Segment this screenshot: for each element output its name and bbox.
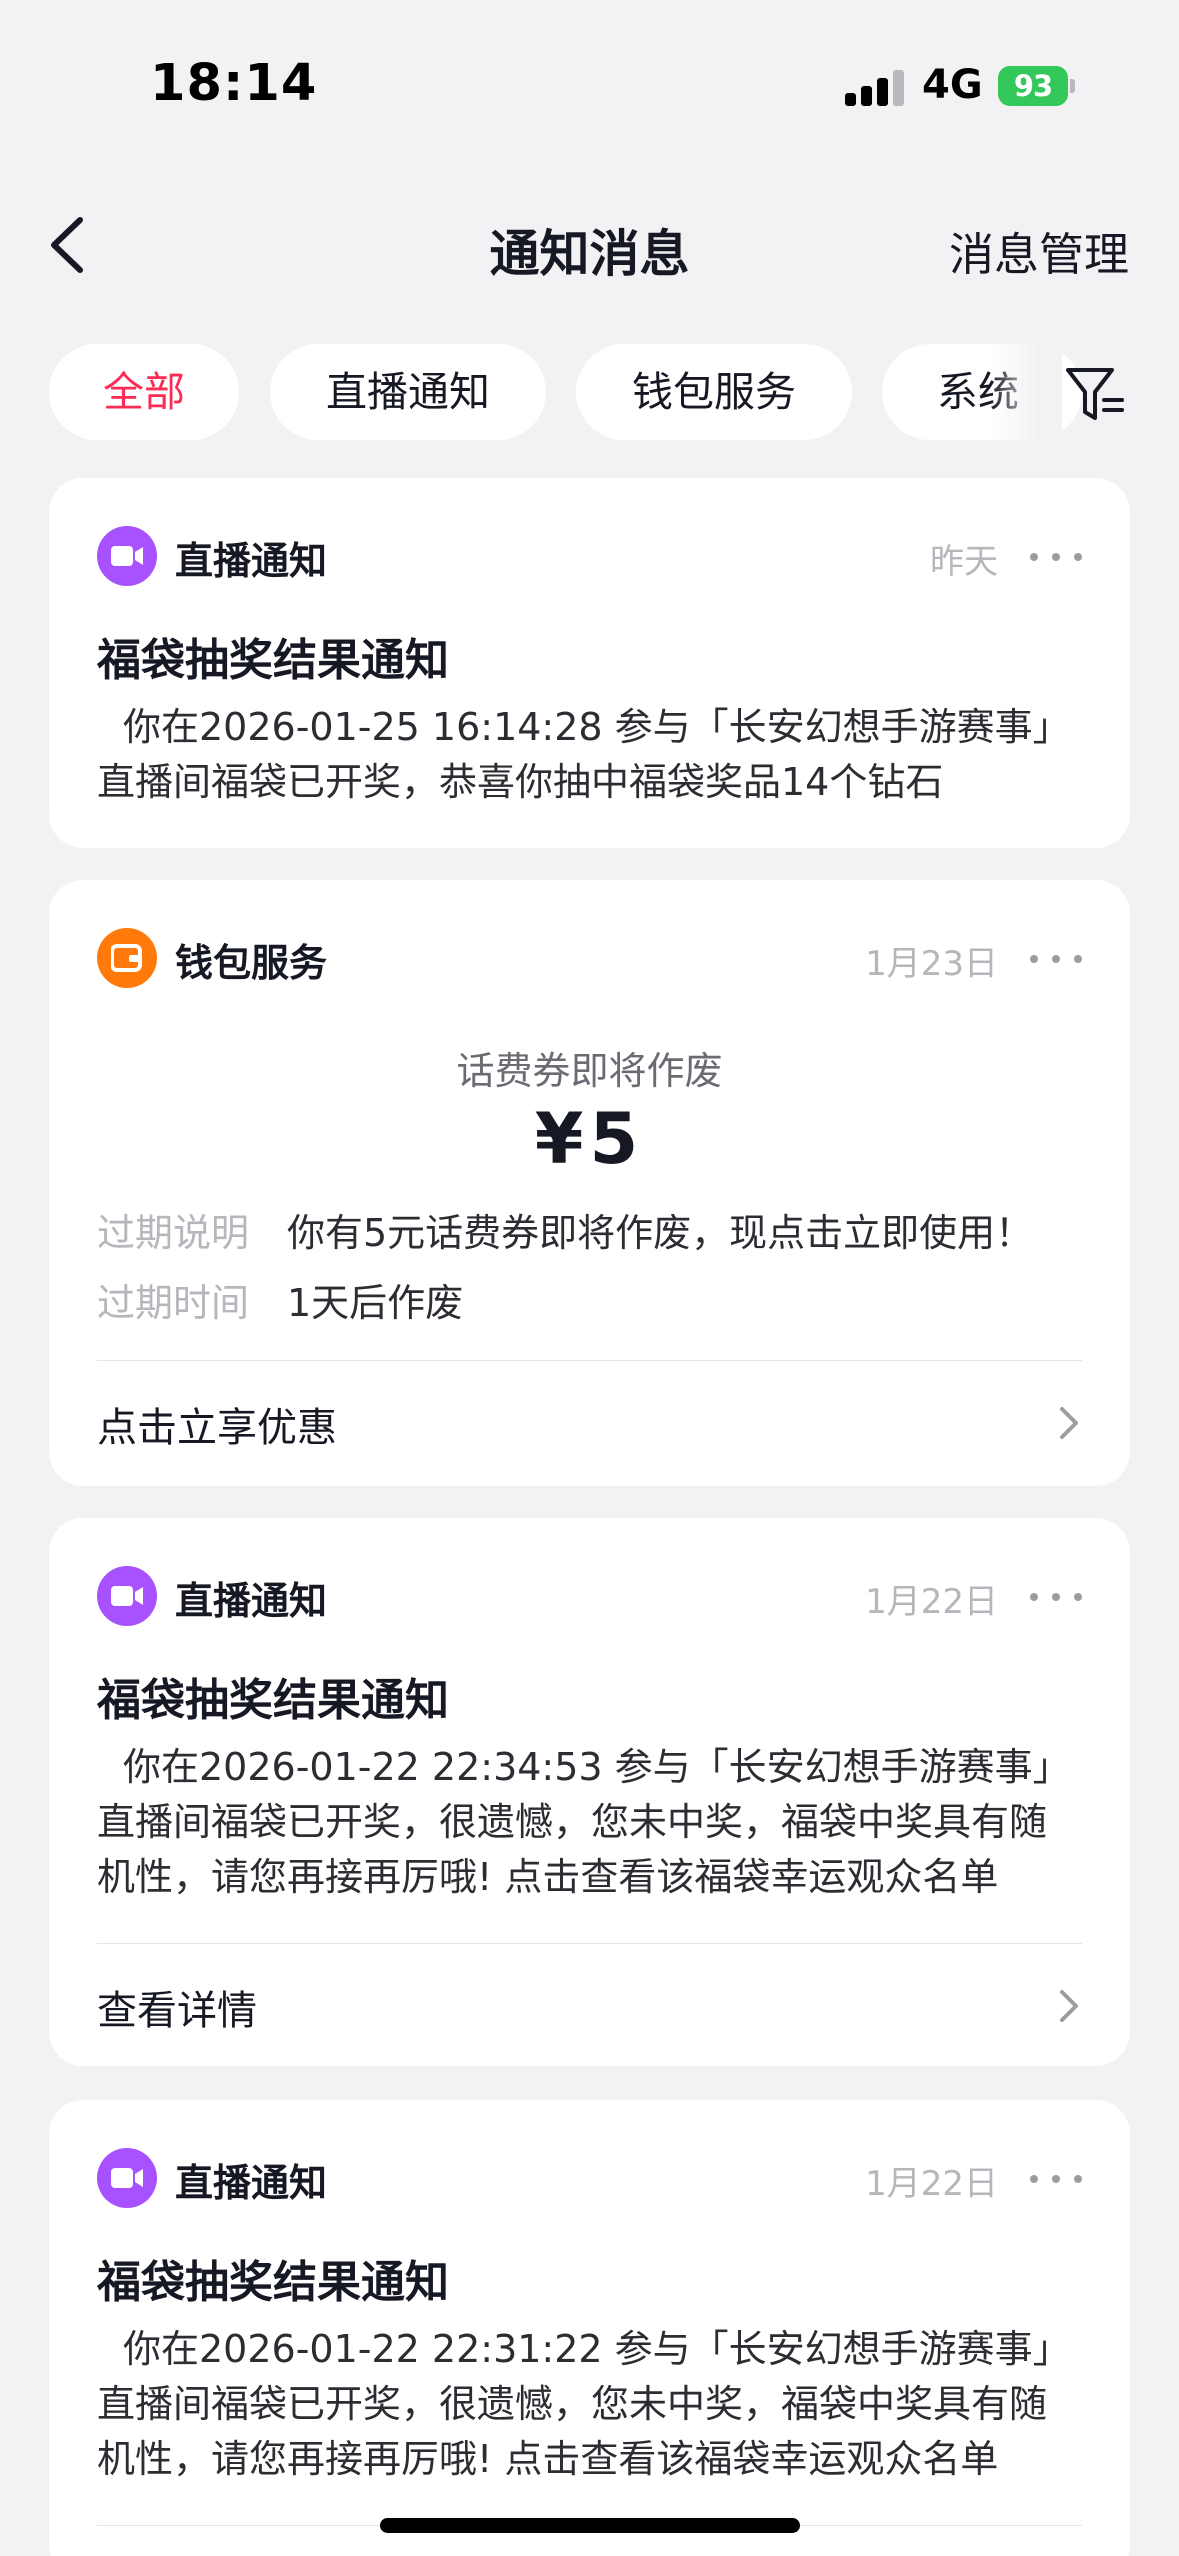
card-date: 1月23日 [865,944,998,984]
view-details-link[interactable]: 查看详情 [97,1944,1082,2064]
more-button[interactable] [1030,1570,1082,1622]
tab-wallet[interactable]: 钱包服务 [576,344,852,440]
coupon-amount: ¥5 [534,1098,645,1180]
status-bar: 18:14 4G 93 [0,0,1179,160]
link-label: 查看详情 [97,1988,257,2034]
source-name: 直播通知 [175,539,328,583]
card-title: 福袋抽奖结果通知 [97,1675,449,1726]
field-label: 过期时间 [97,1281,250,1325]
notification-card[interactable]: 直播通知 1月22日 福袋抽奖结果通知 你在2026-01-22 22:31:2… [49,2100,1130,2556]
card-header: 直播通知 1月22日 [97,1564,1082,1628]
video-camera-icon [97,1566,157,1626]
card-date: 昨天 [930,542,998,582]
more-button[interactable] [1030,2152,1082,2204]
expiry-time-row: 过期时间 1天后作废 [97,1272,1082,1332]
source-name: 直播通知 [175,1579,328,1623]
card-title: 福袋抽奖结果通知 [97,635,449,686]
card-date: 1月22日 [865,1582,998,1622]
card-header: 直播通知 1月22日 [97,2146,1082,2210]
nav-bar: 通知消息 消息管理 [0,190,1179,300]
video-camera-icon [97,526,157,586]
card-body: 你在2026-01-25 16:14:28 参与「长安幻想手游赛事」直播间福袋已… [97,705,1071,804]
card-header: 直播通知 昨天 [97,524,1082,588]
notification-screen: 18:14 4G 93 通知消息 消息管理 全部 直播通知 钱包服务 系统 直播… [0,0,1179,2556]
source-name: 直播通知 [175,2161,328,2205]
card-title: 福袋抽奖结果通知 [97,2257,449,2308]
source-name: 钱包服务 [175,941,328,985]
coupon-title: 话费券即将作废 [456,1049,723,1093]
more-button[interactable] [1030,530,1082,582]
chevron-right-icon [1060,1990,1078,2022]
message-settings-button[interactable]: 消息管理 [949,218,1129,283]
wallet-icon [97,928,157,988]
filter-button[interactable] [1062,362,1126,426]
filter-tabs: 全部 直播通知 钱包服务 系统 [0,344,1179,440]
signal-icon [845,70,905,106]
wallet-notification-card[interactable]: 钱包服务 1月23日 话费券即将作废 ¥5 过期说明 你有5元话费券即将作废，现… [49,880,1130,1486]
card-header: 钱包服务 1月23日 [97,926,1082,990]
field-value: 你有5元话费券即将作废，现点击立即使用！ [287,1211,1034,1255]
notification-card[interactable]: 直播通知 1月22日 福袋抽奖结果通知 你在2026-01-22 22:34:5… [49,1518,1130,2066]
home-indicator[interactable] [380,2518,800,2533]
expiry-note-row: 过期说明 你有5元话费券即将作废，现点击立即使用！ [97,1202,1082,1262]
tab-live[interactable]: 直播通知 [270,344,546,440]
chevron-right-icon [1060,1407,1078,1439]
more-button[interactable] [1030,932,1082,984]
video-camera-icon [97,2148,157,2208]
field-value: 1天后作废 [287,1281,464,1325]
battery-level: 93 [998,66,1068,106]
card-body: 你在2026-01-22 22:31:22 参与「长安幻想手游赛事」直播间福袋已… [97,2327,1071,2481]
notification-card[interactable]: 直播通知 昨天 福袋抽奖结果通知 你在2026-01-25 16:14:28 参… [49,478,1130,848]
claim-offer-link[interactable]: 点击立享优惠 [97,1361,1082,1481]
battery-icon: 93 [998,66,1075,106]
field-label: 过期说明 [97,1211,250,1255]
card-date: 1月22日 [865,2164,998,2204]
card-body: 你在2026-01-22 22:34:53 参与「长安幻想手游赛事」直播间福袋已… [97,1745,1071,1899]
filter-icon [1066,368,1124,420]
tab-all[interactable]: 全部 [49,344,239,440]
status-time: 18:14 [150,54,318,113]
link-label: 点击立享优惠 [97,1405,337,1451]
network-type: 4G [922,62,983,108]
